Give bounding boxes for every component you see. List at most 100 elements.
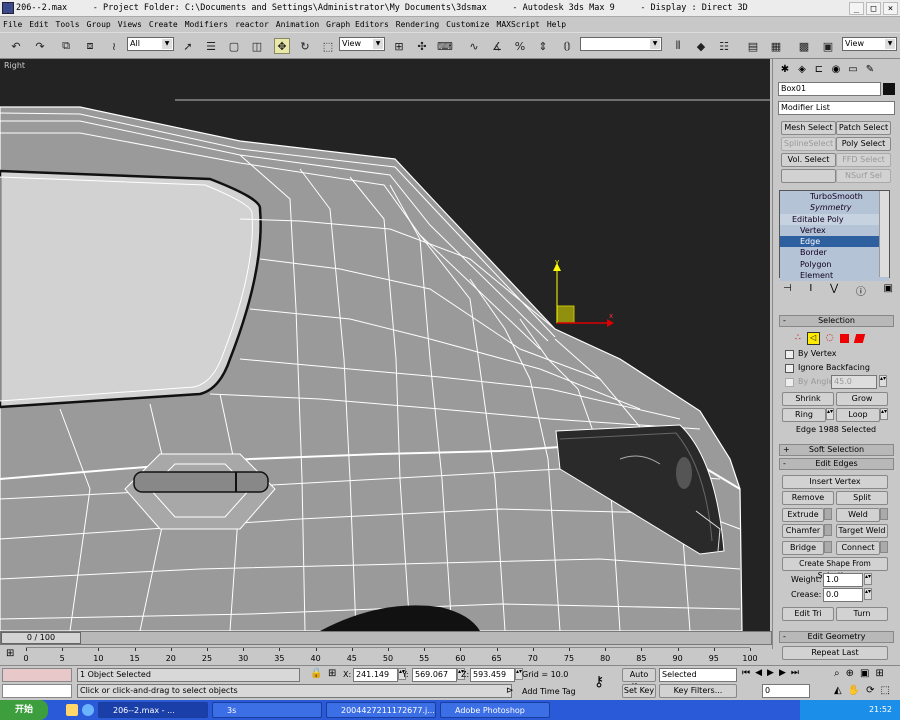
ring-spinner[interactable]: ▴▾ xyxy=(826,408,834,420)
chamfer-settings-icon[interactable] xyxy=(824,524,832,536)
stack-item-editable-poly[interactable]: Editable Poly xyxy=(780,213,889,225)
poly-select-button[interactable]: Poly Select xyxy=(836,137,891,151)
close-button[interactable]: × xyxy=(883,1,898,15)
rollout-soft-selection[interactable]: + Soft Selection xyxy=(779,444,894,456)
menu-tools[interactable]: Tools xyxy=(56,20,80,29)
weight-spinner[interactable]: ▴▾ xyxy=(864,573,872,585)
menu-edit[interactable]: Edit xyxy=(29,20,48,29)
time-slider-thumb[interactable]: 0 / 100 xyxy=(1,632,81,644)
curve-editor-icon[interactable]: ▤ xyxy=(745,38,761,54)
crease-spinner[interactable]: ▴▾ xyxy=(864,588,872,600)
object-name-field[interactable]: Box01 xyxy=(778,82,881,96)
by-angle-field[interactable]: 45.0 xyxy=(831,375,877,389)
current-frame-field[interactable]: 0 xyxy=(762,684,810,698)
percent-snap-icon[interactable]: % xyxy=(512,38,528,54)
menu-rendering[interactable]: Rendering xyxy=(396,20,439,29)
menu-create[interactable]: Create xyxy=(149,20,178,29)
turn-button[interactable]: Turn xyxy=(836,607,888,621)
patch-select-button[interactable]: Patch Select xyxy=(836,121,891,135)
hierarchy-tab-icon[interactable]: ⊏ xyxy=(812,63,826,77)
task-image[interactable]: 2004427211172677.j... xyxy=(326,702,436,718)
weld-button[interactable]: Weld xyxy=(836,508,880,522)
by-angle-checkbox[interactable] xyxy=(785,378,794,387)
vertex-level-icon[interactable]: ∴ xyxy=(795,333,801,343)
polygon-level-icon[interactable] xyxy=(839,333,849,343)
display-tab-icon[interactable]: ▭ xyxy=(846,63,860,77)
render-type-dropdown[interactable]: View xyxy=(842,37,897,51)
field-of-view-icon[interactable]: ◭ xyxy=(834,685,842,696)
select-scale-icon[interactable]: ⬚ xyxy=(320,38,336,54)
edge-level-icon[interactable]: ◁ xyxy=(806,331,820,345)
spinner-snap-icon[interactable]: ⇕ xyxy=(535,38,551,54)
bind-space-warp-icon[interactable]: ≀ xyxy=(106,38,122,54)
link-icon[interactable]: ⧉ xyxy=(58,38,74,54)
chamfer-button[interactable]: Chamfer xyxy=(782,524,824,538)
loop-spinner[interactable]: ▴▾ xyxy=(880,408,888,420)
window-crossing-icon[interactable]: ◫ xyxy=(249,38,265,54)
set-key-button[interactable]: Set Key xyxy=(622,684,656,698)
modify-tab-icon[interactable]: ◈ xyxy=(795,63,809,77)
zoom-icon[interactable]: ⌕ xyxy=(834,668,840,679)
open-trackbar-icon[interactable]: ⊞ xyxy=(6,648,14,659)
repeat-last-button[interactable]: Repeat Last xyxy=(782,646,888,660)
named-selection-dropdown[interactable] xyxy=(580,37,662,51)
extrude-settings-icon[interactable] xyxy=(824,508,832,520)
menu-views[interactable]: Views xyxy=(118,20,142,29)
manipulate-icon[interactable]: ✣ xyxy=(414,38,430,54)
render-scene-icon[interactable]: ▣ xyxy=(820,38,836,54)
go-to-end-icon[interactable]: ⏭ xyxy=(791,668,799,678)
angle-snap-icon[interactable]: ∡ xyxy=(489,38,505,54)
selection-filter-dropdown[interactable]: All xyxy=(127,37,174,51)
unlink-icon[interactable]: ⧈ xyxy=(82,38,98,54)
undo-icon[interactable]: ↶ xyxy=(8,38,24,54)
schematic-view-icon[interactable]: ▦ xyxy=(768,38,784,54)
z-coordinate-field[interactable]: 593.459 xyxy=(470,668,515,682)
connect-settings-icon[interactable] xyxy=(880,541,888,553)
y-coordinate-field[interactable]: 569.067 xyxy=(412,668,457,682)
ignore-backfacing-checkbox[interactable] xyxy=(785,364,794,373)
select-rotate-icon[interactable]: ↻ xyxy=(297,38,313,54)
set-key-icon[interactable]: ⚷ xyxy=(594,674,604,690)
extrude-button[interactable]: Extrude xyxy=(782,508,824,522)
spline-select-button[interactable]: SplineSelect xyxy=(781,137,836,151)
track-bar[interactable]: 0 5 10 15 20 25 30 35 40 45 50 55 60 65 70 75 80 85 90 95 10… xyxy=(23,647,758,665)
task-photoshop[interactable]: Adobe Photoshop xyxy=(440,702,550,718)
pan-icon[interactable]: ✋ xyxy=(848,685,860,696)
mirror-icon[interactable]: ⫴ xyxy=(670,38,686,54)
arc-rotate-icon[interactable]: ⟳ xyxy=(866,685,874,696)
ring-button[interactable]: Ring xyxy=(782,408,826,422)
weight-field[interactable]: 1.0 xyxy=(823,573,863,587)
menu-group[interactable]: Group xyxy=(87,20,111,29)
add-time-tag-button[interactable]: Add Time Tag xyxy=(522,687,576,696)
task-3dsmax[interactable]: 206--2.max - ... xyxy=(98,702,208,718)
stack-item-element[interactable]: Element xyxy=(780,270,889,282)
menu-reactor[interactable]: reactor xyxy=(235,20,269,29)
menu-modifiers[interactable]: Modifiers xyxy=(185,20,228,29)
edit-named-selection-icon[interactable]: ⦅⦆ xyxy=(559,38,575,54)
bridge-button[interactable]: Bridge xyxy=(782,541,824,555)
go-to-start-icon[interactable]: ⏮ xyxy=(742,668,750,678)
select-object-icon[interactable]: ➚ xyxy=(180,38,196,54)
align-icon[interactable]: ◆ xyxy=(693,38,709,54)
keyboard-shortcut-icon[interactable]: ⌨ xyxy=(437,38,453,54)
loop-button[interactable]: Loop xyxy=(836,408,880,422)
zoom-extents-icon[interactable]: ▣ xyxy=(860,668,869,679)
x-coordinate-field[interactable]: 241.149 xyxy=(353,668,398,682)
menu-help[interactable]: Help xyxy=(547,20,566,29)
menu-maxscript[interactable]: MAXScript xyxy=(497,20,540,29)
shrink-button[interactable]: Shrink xyxy=(782,392,834,406)
empty-modifier-slot[interactable] xyxy=(781,169,836,183)
maximize-button[interactable]: □ xyxy=(866,1,881,15)
menu-file[interactable]: File xyxy=(3,20,22,29)
edit-tri-button[interactable]: Edit Tri xyxy=(782,607,834,621)
stack-item-border[interactable]: Border xyxy=(780,247,889,259)
auto-key-button[interactable]: Auto Key xyxy=(622,668,656,691)
nsurf-sel-button[interactable]: NSurf Sel xyxy=(836,169,891,183)
motion-tab-icon[interactable]: ◉ xyxy=(829,63,843,77)
select-by-name-icon[interactable]: ☰ xyxy=(203,38,219,54)
snap-toggle-icon[interactable]: ∿ xyxy=(466,38,482,54)
rect-selection-icon[interactable]: ▢ xyxy=(226,38,242,54)
vol-select-button[interactable]: Vol. Select xyxy=(781,153,836,167)
make-unique-icon[interactable]: ⋁ xyxy=(830,283,838,298)
stack-item-edge[interactable]: Edge xyxy=(780,236,889,248)
